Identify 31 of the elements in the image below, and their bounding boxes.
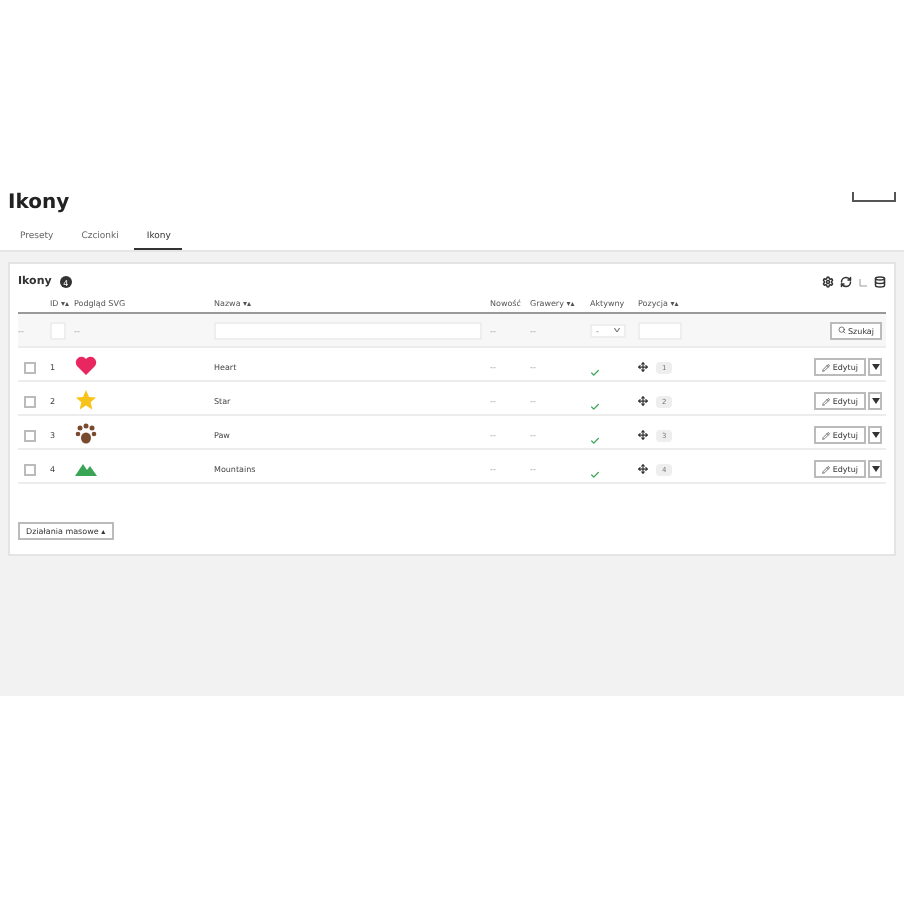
check-icon[interactable] xyxy=(590,402,600,412)
caret-icon xyxy=(871,363,879,369)
dropdown-button[interactable] xyxy=(868,460,882,478)
database-icon[interactable] xyxy=(874,276,886,288)
refresh-icon[interactable] xyxy=(840,276,852,288)
dropdown-button[interactable] xyxy=(868,426,882,444)
header-button[interactable] xyxy=(852,192,896,202)
row-checkbox[interactable] xyxy=(24,429,36,441)
row-checkbox[interactable] xyxy=(24,361,36,373)
dropdown-button[interactable] xyxy=(868,392,882,410)
pencil-icon xyxy=(822,397,831,405)
check-icon[interactable] xyxy=(590,436,600,446)
caret-icon xyxy=(871,465,879,471)
drag-handle-icon[interactable] xyxy=(638,362,648,372)
check-icon[interactable] xyxy=(590,470,600,480)
settings-icon[interactable] xyxy=(822,276,834,288)
caret-icon xyxy=(871,397,879,403)
dropdown-button[interactable] xyxy=(868,358,882,376)
page-title: Ikony xyxy=(8,192,70,214)
row-checkbox[interactable] xyxy=(24,395,36,407)
drag-handle-icon[interactable] xyxy=(638,396,648,406)
pencil-icon xyxy=(822,465,831,473)
caret-icon xyxy=(871,431,879,437)
check-icon[interactable] xyxy=(590,368,600,378)
drag-handle-icon[interactable] xyxy=(638,430,648,440)
pencil-icon xyxy=(822,431,831,439)
pencil-icon xyxy=(822,363,831,371)
drag-handle-icon[interactable] xyxy=(638,464,648,474)
caret-icon xyxy=(614,328,620,332)
search-icon xyxy=(838,326,847,334)
row-checkbox[interactable] xyxy=(24,463,36,475)
